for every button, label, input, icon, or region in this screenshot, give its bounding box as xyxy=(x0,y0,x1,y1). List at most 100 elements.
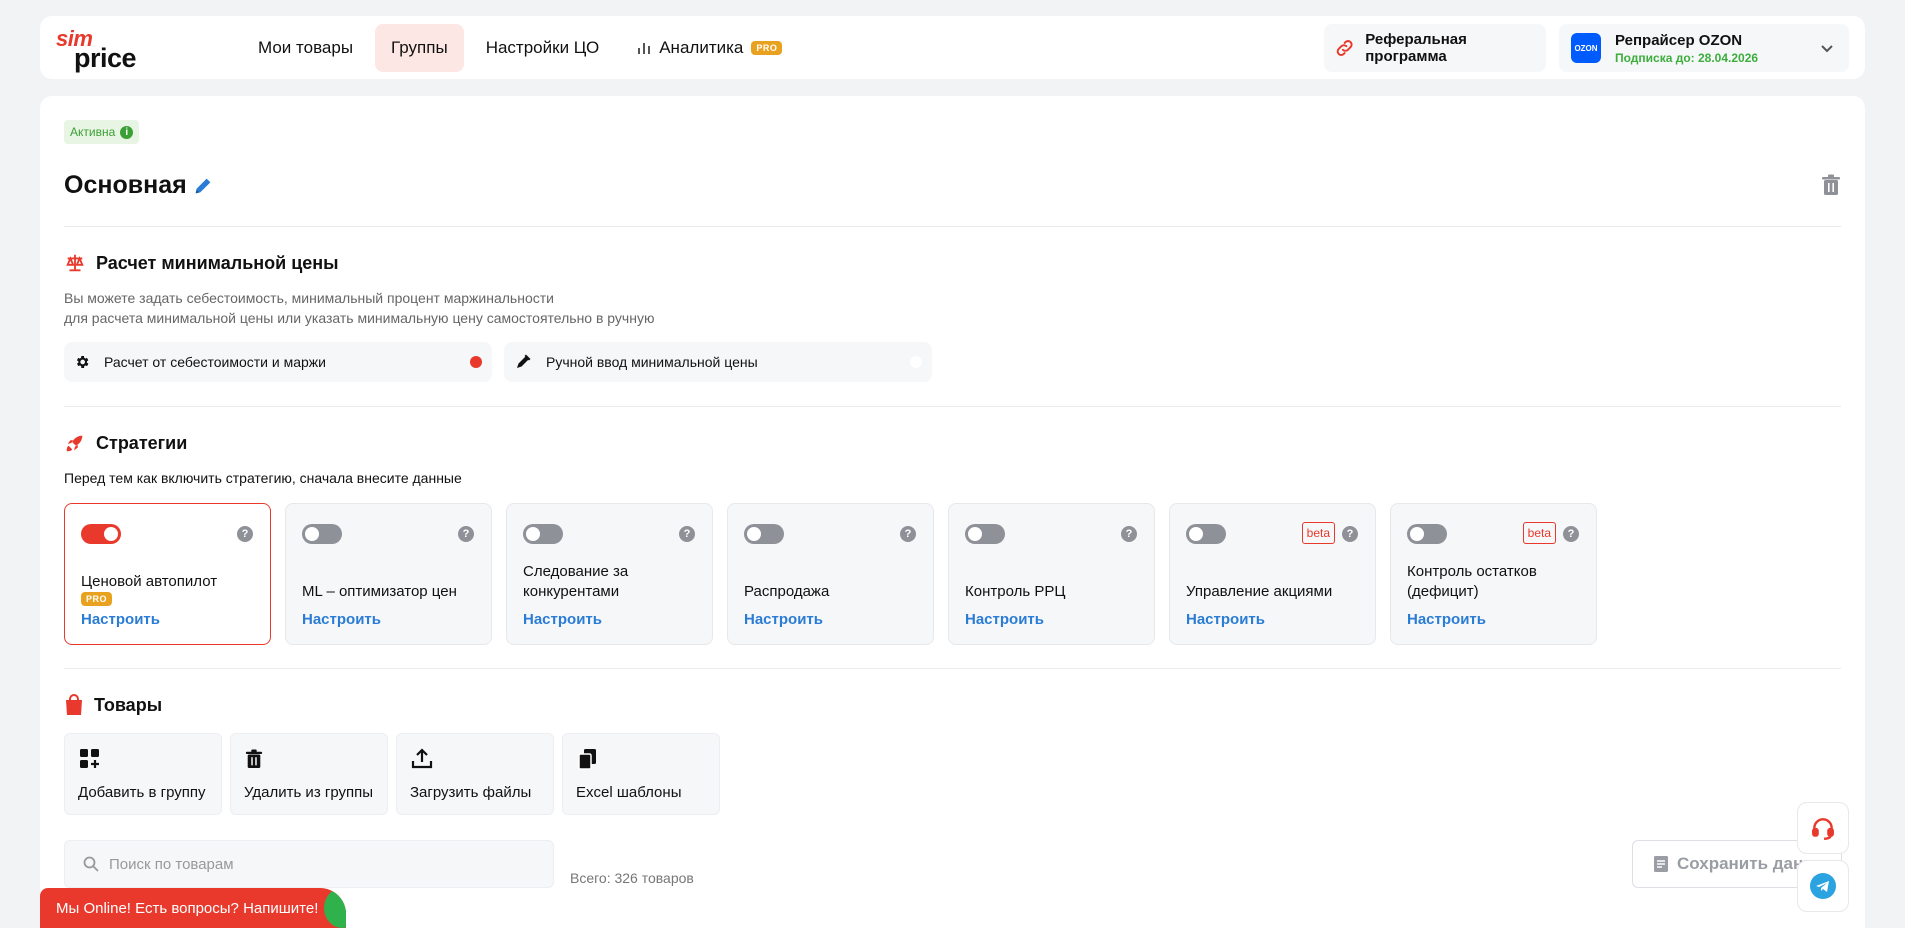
subscription-date: Подписка до: 28.04.2026 xyxy=(1615,51,1759,65)
configure-link[interactable]: Настроить xyxy=(965,611,1044,628)
scales-icon xyxy=(66,254,84,272)
action-label: Загрузить файлы xyxy=(410,784,532,801)
chat-banner-text: Мы Online! Есть вопросы? Напишите! xyxy=(56,899,319,917)
help-icon[interactable]: ? xyxy=(1121,526,1137,542)
main-nav: Мои товары Группы Настройки ЦО Аналитика… xyxy=(242,24,798,72)
top-navbar: sim price Мои товары Группы Настройки ЦО… xyxy=(40,16,1865,79)
link-icon xyxy=(1336,40,1353,56)
logo[interactable]: sim price xyxy=(56,26,156,73)
configure-link[interactable]: Настроить xyxy=(523,611,602,628)
bar-chart-icon xyxy=(638,43,651,54)
desc-line: для расчета минимальной цены или указать… xyxy=(64,310,655,326)
nav-label: Аналитика xyxy=(659,38,744,57)
account-name: Репрайсер OZON xyxy=(1615,32,1743,49)
upload-icon xyxy=(411,748,433,769)
spreadsheet-icon xyxy=(1654,856,1668,872)
beta-badge: beta xyxy=(1301,522,1335,544)
strategy-card-promotions[interactable]: beta ? Управление акциями Настроить xyxy=(1169,503,1376,645)
account-switcher[interactable]: OZON Репрайсер OZON Подписка до: 28.04.2… xyxy=(1559,24,1849,72)
remove-from-group-button[interactable]: Удалить из группы xyxy=(230,733,388,815)
trash-icon xyxy=(245,749,263,768)
nav-analytics[interactable]: Аналитика PRO xyxy=(621,24,798,72)
search-input[interactable] xyxy=(109,855,529,873)
product-search[interactable] xyxy=(64,840,554,888)
strategy-name: Ценовой автопилот xyxy=(81,573,218,590)
strategy-toggle[interactable] xyxy=(744,524,784,544)
option-label: Ручной ввод минимальной цены xyxy=(546,354,758,370)
referral-program-button[interactable]: Реферальная программа xyxy=(1324,24,1546,72)
strategy-name: Контроль РРЦ xyxy=(965,583,1066,600)
chevron-down-icon[interactable] xyxy=(1817,38,1837,58)
configure-link[interactable]: Настроить xyxy=(744,611,823,628)
strategy-toggle[interactable] xyxy=(81,524,121,544)
nav-label: Группы xyxy=(391,38,448,57)
products-heading: Товары xyxy=(64,694,162,716)
strategies-description: Перед тем как включить стратегию, сначал… xyxy=(64,470,462,486)
nav-my-products[interactable]: Мои товары xyxy=(242,24,369,72)
help-icon[interactable]: ? xyxy=(679,526,695,542)
help-icon[interactable]: ? xyxy=(1563,526,1579,542)
radio-selected[interactable] xyxy=(470,356,482,368)
nav-groups[interactable]: Группы xyxy=(375,24,464,72)
trash-icon[interactable] xyxy=(1821,174,1841,196)
strategy-toggle[interactable] xyxy=(302,524,342,544)
logo-bottom-text: price xyxy=(74,43,137,73)
excel-templates-button[interactable]: Excel шаблоны xyxy=(562,733,720,815)
online-indicator xyxy=(324,888,346,928)
headset-icon xyxy=(1812,818,1834,841)
strategy-toggle[interactable] xyxy=(1186,524,1226,544)
option-cost-margin[interactable]: Расчет от себестоимости и маржи xyxy=(64,342,492,382)
section-title: Стратегии xyxy=(96,432,188,453)
pro-badge: PRO xyxy=(751,41,783,55)
referral-label: Реферальная программа xyxy=(1365,31,1467,65)
help-icon[interactable]: ? xyxy=(237,526,253,542)
option-manual-price[interactable]: Ручной ввод минимальной цены xyxy=(504,342,932,382)
beta-badge: beta xyxy=(1522,522,1556,544)
min-price-heading: Расчет минимальной цены xyxy=(64,252,339,274)
strategy-card-rrp-control[interactable]: ? Контроль РРЦ Настроить xyxy=(948,503,1155,645)
help-icon[interactable]: ? xyxy=(458,526,474,542)
configure-link[interactable]: Настроить xyxy=(81,611,160,628)
configure-link[interactable]: Настроить xyxy=(1407,611,1486,628)
strategy-toggle[interactable] xyxy=(965,524,1005,544)
gear-icon xyxy=(76,356,89,368)
upload-files-button[interactable]: Загрузить файлы xyxy=(396,733,554,815)
group-card: Активна i Основная Расчет минимальной це… xyxy=(40,96,1865,928)
documents-icon xyxy=(578,749,596,770)
section-title: Расчет минимальной цены xyxy=(96,252,339,273)
add-to-group-button[interactable]: Добавить в группу xyxy=(64,733,222,815)
nav-price-settings[interactable]: Настройки ЦО xyxy=(470,24,616,72)
strategies-heading: Стратегии xyxy=(64,432,187,454)
strategy-card-ml-optimizer[interactable]: ? ML – оптимизатор цен Настроить xyxy=(285,503,492,645)
grid-add-icon xyxy=(80,749,99,768)
page-title: Основная xyxy=(64,171,187,199)
strategy-card-autopilot[interactable]: ? Ценовой автопилот PRO Настроить xyxy=(64,503,271,645)
ozon-logo: OZON xyxy=(1571,33,1601,63)
strategy-name: Распродажа xyxy=(744,583,830,600)
radio-unselected[interactable] xyxy=(910,356,922,368)
strategy-card-sale[interactable]: ? Распродажа Настроить xyxy=(727,503,934,645)
status-badge: Активна i xyxy=(64,120,140,144)
min-price-description: Вы можете задать себестоимость, минималь… xyxy=(64,288,654,328)
nav-label: Мои товары xyxy=(258,38,354,57)
pen-icon xyxy=(517,354,531,368)
configure-link[interactable]: Настроить xyxy=(302,611,381,628)
action-label: Excel шаблоны xyxy=(576,784,682,801)
help-icon[interactable]: ? xyxy=(900,526,916,542)
telegram-button[interactable] xyxy=(1797,860,1849,912)
divider xyxy=(64,226,1841,227)
nav-label: Настройки ЦО xyxy=(485,38,600,57)
strategy-name: ML – оптимизатор цен xyxy=(302,583,457,600)
strategy-toggle[interactable] xyxy=(1407,524,1447,544)
info-icon[interactable]: i xyxy=(120,125,134,139)
help-icon[interactable]: ? xyxy=(1342,526,1358,542)
rocket-icon xyxy=(66,435,83,452)
strategy-card-competitors[interactable]: ? Следование за конкурентами Настроить xyxy=(506,503,713,645)
strategy-toggle[interactable] xyxy=(523,524,563,544)
configure-link[interactable]: Настроить xyxy=(1186,611,1265,628)
online-chat-banner[interactable]: Мы Online! Есть вопросы? Напишите! xyxy=(40,888,346,928)
strategy-card-stock-control[interactable]: beta ? Контроль остатков (дефицит) Настр… xyxy=(1390,503,1597,645)
pencil-icon[interactable] xyxy=(192,175,214,197)
desc-line: Вы можете задать себестоимость, минималь… xyxy=(64,290,554,306)
support-button[interactable] xyxy=(1797,802,1849,854)
